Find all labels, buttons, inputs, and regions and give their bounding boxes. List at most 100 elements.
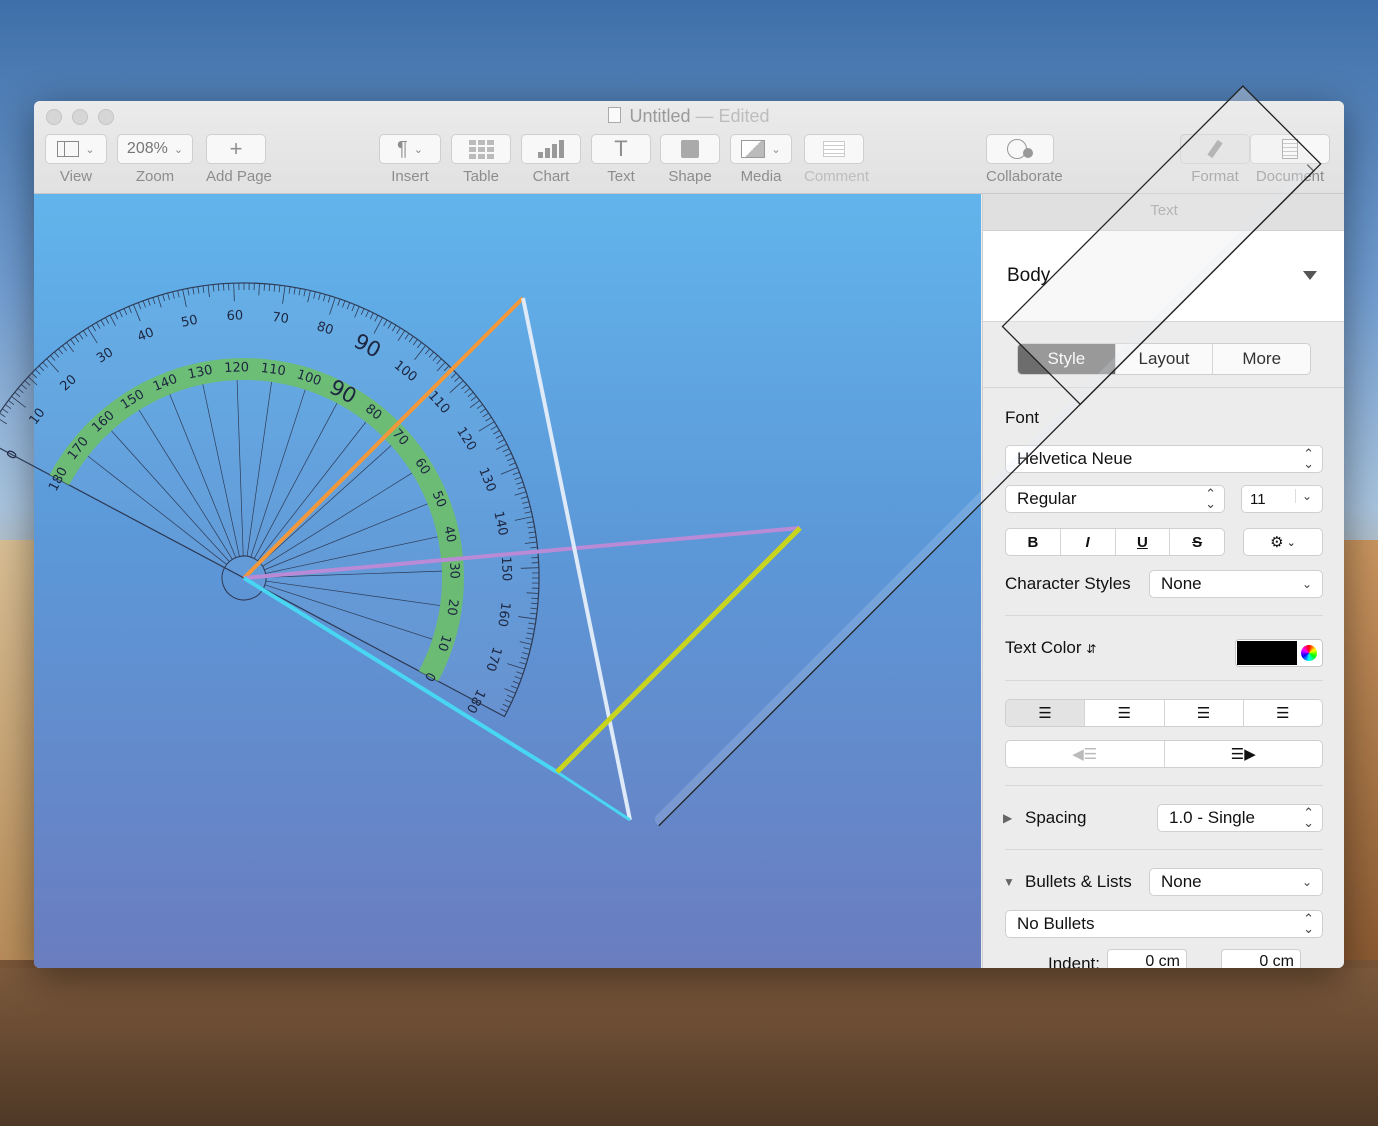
font-family-popup[interactable]: Helvetica Neue ⌃ ⌄ — [1005, 445, 1323, 473]
underline-button[interactable]: U — [1116, 529, 1171, 555]
divider — [1005, 615, 1323, 616]
decrease-indent-icon[interactable]: ◀☰ — [1006, 741, 1165, 767]
divider — [1005, 785, 1323, 786]
bullet-type-popup[interactable]: No Bullets ⌃ ⌄ — [1005, 910, 1323, 938]
table-icon — [468, 139, 494, 159]
chart-tool[interactable]: Chart — [521, 134, 581, 185]
add-page-tool[interactable]: + Add Page — [206, 134, 272, 185]
view-button[interactable]: ⌄ — [45, 134, 107, 164]
zoom-label: Zoom — [135, 168, 175, 185]
bullets-popup[interactable]: None ⌄ — [1149, 868, 1323, 896]
document-button[interactable] — [1250, 134, 1330, 164]
collaborate-tool[interactable]: Collaborate — [986, 134, 1063, 185]
zoom-value: 208% — [126, 140, 168, 157]
italic-button[interactable]: I — [1061, 529, 1116, 555]
text-color-well[interactable] — [1235, 639, 1323, 667]
comment-button[interactable] — [804, 134, 864, 164]
up-down-arrows-icon: ⌃ ⌄ — [1205, 486, 1216, 511]
insert-label: Insert — [391, 168, 429, 185]
indent-field-2[interactable]: 0 cm — [1221, 949, 1301, 968]
character-styles-value: None — [1161, 574, 1202, 593]
character-styles-label: Character Styles — [1005, 574, 1131, 593]
view-tool[interactable]: ⌄ View — [45, 134, 107, 185]
insert-tool[interactable]: ¶ ⌄ Insert — [379, 134, 441, 185]
increase-indent-icon[interactable]: ☰▶ — [1165, 741, 1323, 767]
font-size-field[interactable]: 11 ⌄ — [1241, 485, 1323, 513]
plus-icon: + — [229, 136, 243, 161]
protractor-tick — [8, 400, 15, 405]
justify-icon[interactable]: ☰ — [1244, 700, 1322, 726]
comment-tool[interactable]: Comment — [804, 134, 869, 185]
divider — [983, 387, 1344, 388]
indent-label: Indent: — [1048, 954, 1100, 968]
collaborate-button[interactable] — [986, 134, 1054, 164]
color-wheel-icon[interactable] — [1301, 645, 1317, 661]
protractor-label: 0 — [4, 448, 21, 462]
comment-icon — [823, 141, 845, 157]
tab-layout[interactable]: Layout — [1116, 344, 1214, 374]
inspector-text-tab[interactable]: Text — [983, 194, 1344, 231]
protractor-tick — [0, 416, 7, 425]
paintbrush-icon — [1207, 139, 1223, 159]
edited-indicator: — Edited — [695, 106, 770, 126]
comment-label: Comment — [804, 168, 870, 185]
text-label: Text — [607, 168, 635, 185]
text-button[interactable]: T — [591, 134, 651, 164]
spacing-disclosure-icon[interactable]: ▶ — [1003, 811, 1012, 825]
font-family-value: Helvetica Neue — [1017, 449, 1133, 468]
indent-field-1[interactable]: 0 cm — [1107, 949, 1187, 968]
format-button[interactable] — [1180, 134, 1250, 164]
media-tool[interactable]: ⌄ Media — [730, 134, 792, 185]
paragraph-style-popup[interactable]: Body — [983, 231, 1344, 322]
shape-tool[interactable]: Shape — [660, 134, 720, 185]
text-color-label[interactable]: Text Color ⇵ — [1005, 638, 1096, 658]
table-label: Table — [463, 168, 499, 185]
spacing-popup[interactable]: 1.0 - Single ⌃ ⌄ — [1157, 804, 1323, 832]
character-styles-popup[interactable]: None ⌄ — [1149, 570, 1323, 598]
insert-button[interactable]: ¶ ⌄ — [379, 134, 441, 164]
text-box-icon: T — [614, 136, 628, 161]
format-inspector: Text Body Style Layout More Font Helveti… — [982, 194, 1344, 968]
document-tool[interactable]: Document — [1250, 134, 1330, 185]
shape-button[interactable] — [660, 134, 720, 164]
text-color-label-text: Text Color — [1005, 638, 1082, 657]
tab-style[interactable]: Style — [1018, 344, 1116, 374]
sidebar-icon — [57, 141, 80, 157]
font-style-popup[interactable]: Regular ⌃ ⌄ — [1005, 485, 1225, 513]
pilcrow-icon: ¶ — [397, 137, 408, 160]
align-center-icon[interactable]: ☰ — [1085, 700, 1165, 726]
format-tool[interactable]: Format — [1180, 134, 1250, 185]
bullets-disclosure-icon[interactable]: ▼ — [1003, 875, 1015, 889]
bullets-lists-label[interactable]: Bullets & Lists — [1025, 872, 1132, 892]
zoom-tool[interactable]: 208% ⌄ Zoom — [117, 134, 193, 185]
title-bar: Untitled — Edited ⌄ View 208% ⌄ Zoom + Ad… — [34, 101, 1344, 194]
add-page-button[interactable]: + — [206, 134, 266, 164]
spacing-label[interactable]: Spacing — [1025, 808, 1086, 828]
chart-button[interactable] — [521, 134, 581, 164]
indent-buttons: ◀☰ ☰▶ — [1005, 740, 1323, 768]
align-right-icon[interactable]: ☰ — [1165, 700, 1244, 726]
bullet-type-value: No Bullets — [1017, 914, 1095, 933]
text-tool[interactable]: T Text — [591, 134, 651, 185]
zoom-popup[interactable]: 208% ⌄ — [117, 134, 193, 164]
add-page-label: Add Page — [206, 168, 272, 185]
divider — [1005, 680, 1323, 681]
strikethrough-button[interactable]: S — [1170, 529, 1224, 555]
chevron-down-icon: ⌄ — [413, 143, 423, 156]
document-label: Document — [1255, 168, 1325, 185]
media-button[interactable]: ⌄ — [730, 134, 792, 164]
tab-more[interactable]: More — [1213, 344, 1310, 374]
advanced-options-button[interactable]: ⚙ ⌄ — [1243, 528, 1323, 556]
desktop-wallpaper-dune-right — [1338, 540, 1378, 960]
photo-icon — [741, 140, 766, 158]
document-canvas[interactable] — [34, 194, 981, 968]
protractor-tick — [0, 412, 6, 418]
media-label: Media — [740, 168, 782, 185]
table-tool[interactable]: Table — [451, 134, 511, 185]
gear-icon: ⚙ ⌄ — [1270, 534, 1296, 551]
disclosure-triangle-icon — [1303, 271, 1317, 280]
protractor-tick — [17, 388, 24, 394]
bold-button[interactable]: B — [1006, 529, 1061, 555]
table-button[interactable] — [451, 134, 511, 164]
align-left-icon[interactable]: ☰ — [1006, 700, 1086, 726]
